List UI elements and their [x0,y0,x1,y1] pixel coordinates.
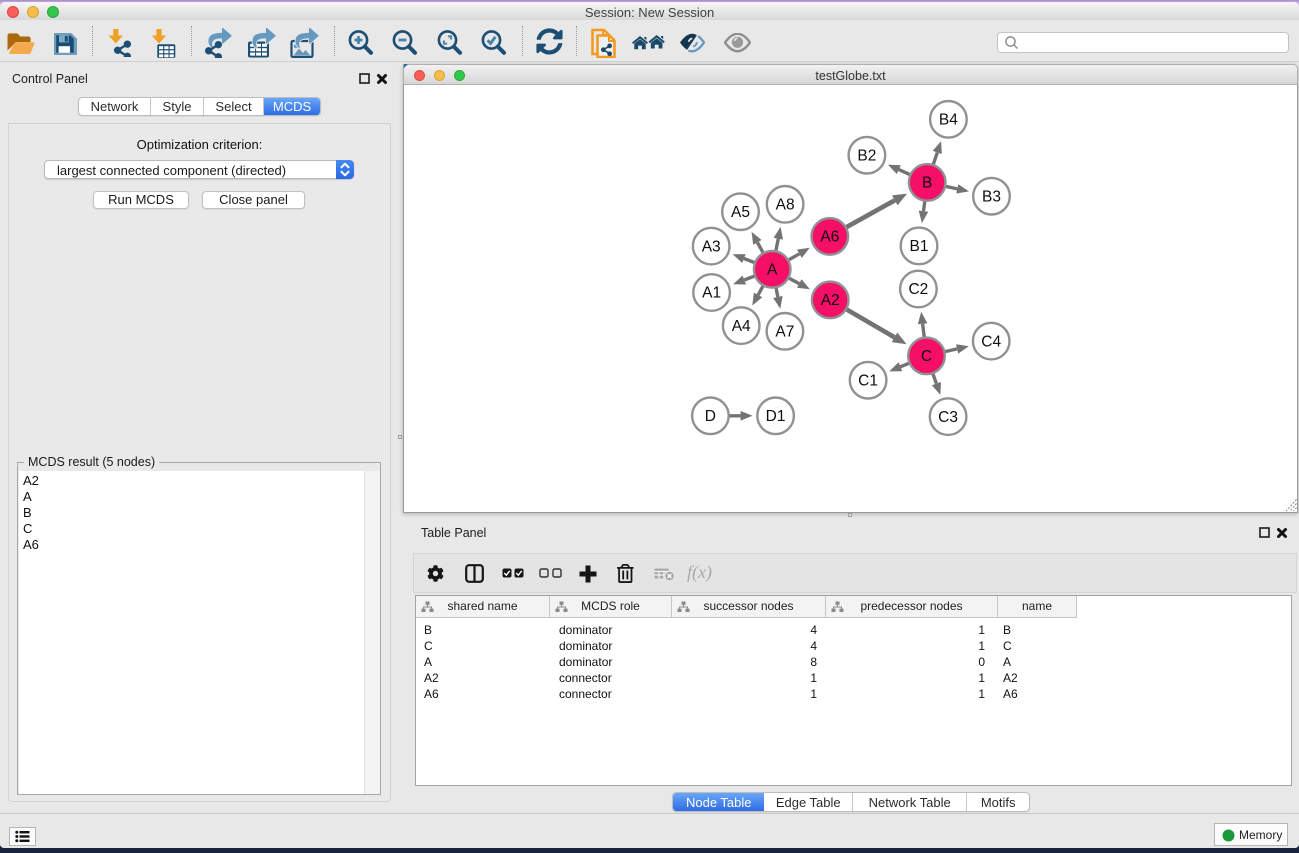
svg-text:B: B [922,175,932,192]
svg-text:A1: A1 [702,285,721,302]
svg-text:A7: A7 [775,324,794,341]
svg-text:C2: C2 [908,281,928,298]
svg-text:B3: B3 [982,188,1001,205]
svg-text:C1: C1 [858,372,878,389]
svg-text:B2: B2 [857,147,876,164]
svg-text:C4: C4 [981,333,1001,350]
svg-text:A6: A6 [820,229,839,246]
svg-text:C3: C3 [938,409,958,426]
svg-text:D: D [705,408,716,425]
svg-text:C: C [921,348,932,365]
svg-text:A2: A2 [821,292,840,309]
svg-text:A8: A8 [776,197,795,214]
svg-text:D1: D1 [766,408,786,425]
svg-text:B4: B4 [939,112,958,129]
svg-text:A3: A3 [702,238,721,255]
svg-text:B1: B1 [910,238,929,255]
svg-text:A5: A5 [731,204,750,221]
svg-text:A: A [767,262,778,279]
svg-text:A4: A4 [732,318,751,335]
